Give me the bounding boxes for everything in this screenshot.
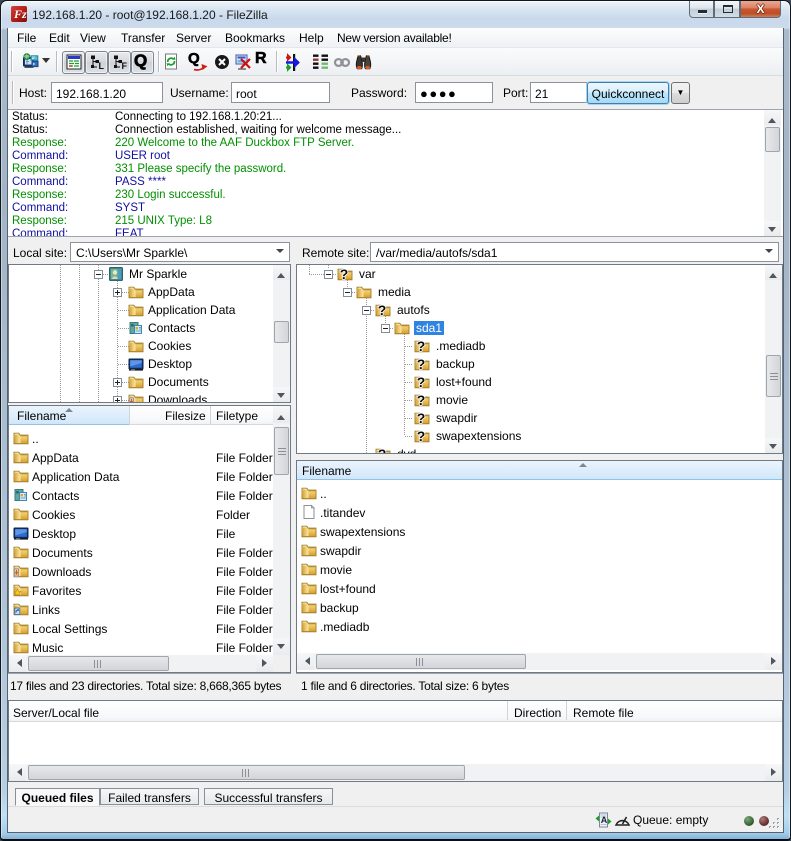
svg-text:A: A xyxy=(601,815,608,825)
svg-text:L: L xyxy=(99,61,105,70)
svg-text:F: F xyxy=(122,61,128,70)
